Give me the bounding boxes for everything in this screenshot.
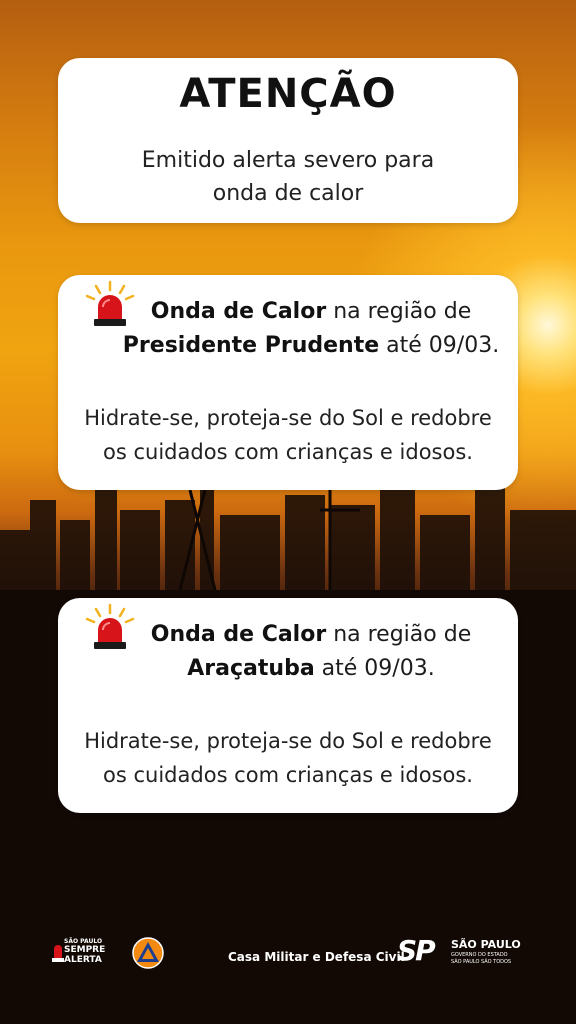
alert-advice: Hidrate-se, proteja-se do Sol e redobre …	[58, 724, 518, 792]
advice-line-1: Hidrate-se, proteja-se do Sol e redobre	[84, 406, 492, 430]
logo-line-3: ALERTA	[64, 955, 102, 965]
attention-card: ATENÇÃO Emitido alerta severo para onda …	[58, 58, 518, 223]
defesa-civil-emblem-icon	[132, 937, 164, 969]
sp-sempre-alerta-logo: SÃO PAULO SEMPRE ALERTA	[52, 938, 108, 968]
attention-subtitle: Emitido alerta severo para onda de calor	[58, 144, 518, 210]
attention-title: ATENÇÃO	[179, 71, 397, 117]
gov-name: SÃO PAULO	[451, 938, 521, 951]
alert-phenomenon: Onda de Calor	[150, 299, 327, 324]
siren-mini-icon	[52, 945, 64, 962]
advice-line-1: Hidrate-se, proteja-se do Sol e redobre	[84, 729, 492, 753]
logo-line-2: SEMPRE	[64, 945, 106, 955]
alert-until: até 09/03.	[314, 656, 435, 681]
alert-advice: Hidrate-se, proteja-se do Sol e redobre …	[58, 401, 518, 469]
advice-line-2: os cuidados com crianças e idosos.	[103, 763, 473, 787]
sao-paulo-government-logo: SP SÃO PAULO GOVERNO DO ESTADO SÃO PAULO…	[397, 934, 527, 970]
subtitle-line-2: onda de calor	[212, 181, 364, 206]
agency-name: Casa Militar e Defesa Civil	[228, 950, 405, 964]
siren-icon	[85, 603, 135, 649]
gov-sub-2: SÃO PAULO SÃO TODOS	[451, 959, 512, 965]
alert-region-prefix: na região de	[326, 299, 472, 324]
alert-card-presidente-prudente: Onda de Calor na região de Presidente Pr…	[58, 275, 518, 490]
advice-line-2: os cuidados com crianças e idosos.	[103, 440, 473, 464]
siren-icon	[85, 280, 135, 326]
alert-region: Araçatuba	[187, 656, 315, 681]
logo-line-1: SÃO PAULO	[64, 938, 103, 945]
alert-card-aracatuba: Onda de Calor na região de Araçatuba até…	[58, 598, 518, 813]
subtitle-line-1: Emitido alerta severo para	[141, 148, 435, 173]
sp-mark-logo: SP	[397, 934, 436, 967]
alert-phenomenon: Onda de Calor	[150, 622, 327, 647]
alert-region: Presidente Prudente	[122, 333, 380, 358]
gov-sub-1: GOVERNO DO ESTADO	[451, 952, 508, 958]
alert-region-prefix: na região de	[326, 622, 472, 647]
alert-until: até 09/03.	[379, 333, 500, 358]
